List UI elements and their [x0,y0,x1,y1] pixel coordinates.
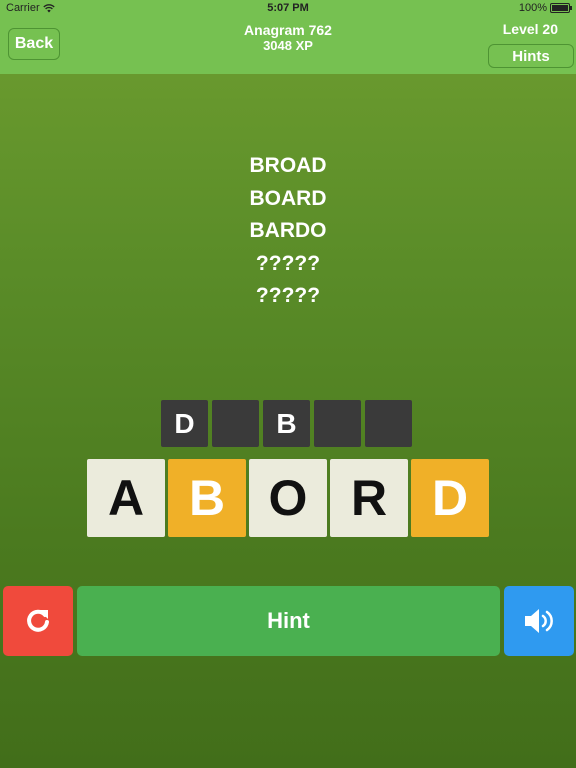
letter-tile[interactable]: O [249,459,327,537]
speaker-icon [525,609,553,633]
letter-tile[interactable]: A [87,459,165,537]
found-word: BROAD [249,154,327,177]
status-bar: Carrier 5:07 PM 100% [0,0,576,16]
hidden-word: ????? [255,284,321,307]
level-label: Level 20 [502,21,558,37]
found-words-list: BROAD BOARD BARDO ????? ????? [0,150,576,313]
sound-button[interactable] [504,586,574,656]
hint-button[interactable]: Hint [77,586,500,656]
letter-tiles: A B O R D [87,459,489,537]
answer-slots: D B [161,400,412,447]
answer-slot[interactable]: D [161,400,208,447]
letter-tile[interactable]: R [330,459,408,537]
battery-icon [550,3,572,13]
answer-slot[interactable] [365,400,412,447]
header-bar: Back Anagram 762 3048 XP Level 20 Hints [0,16,576,74]
found-word: BARDO [249,219,327,242]
hidden-word: ????? [255,251,321,275]
answer-slot[interactable] [212,400,259,447]
refresh-icon [27,609,49,632]
battery-info: 100% [518,2,572,14]
battery-percent: 100% [518,2,547,14]
answer-slot[interactable] [314,400,361,447]
refresh-button[interactable] [3,586,73,656]
hints-button[interactable]: Hints [488,44,574,68]
puzzle-title: Anagram 762 [244,22,332,38]
found-word: BOARD [249,186,327,210]
status-time: 5:07 PM [267,2,309,14]
letter-tile[interactable]: D [411,459,489,537]
answer-slot[interactable]: B [263,400,310,447]
letter-tile[interactable]: B [168,459,246,537]
